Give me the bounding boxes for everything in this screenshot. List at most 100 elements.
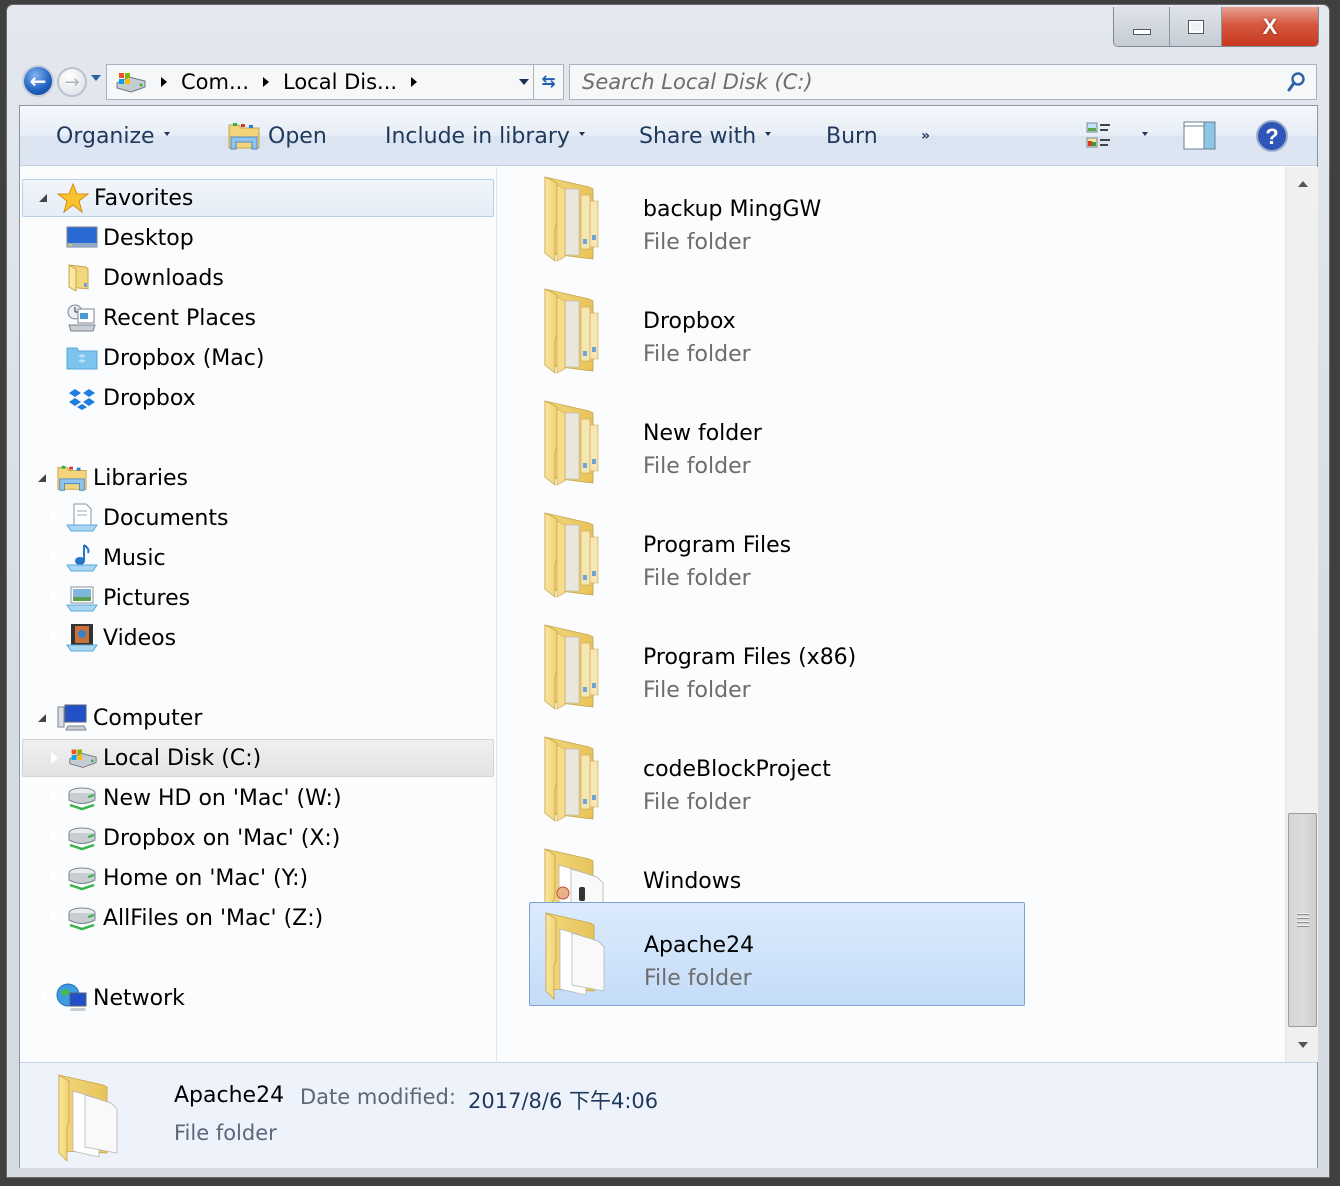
sidebar-item-dropbox-mac[interactable]: Dropbox (Mac) — [22, 339, 494, 377]
file-type: File folder — [643, 678, 751, 703]
file-item[interactable]: Program Files File folder — [529, 503, 1025, 607]
recent-pages-dropdown[interactable] — [91, 75, 101, 81]
caption-buttons: X — [1113, 7, 1319, 47]
navigation-pane: Favorites Desktop Downloads Recent Place… — [20, 167, 497, 1062]
sidebar-item-network[interactable]: Network — [22, 979, 494, 1017]
breadcrumb-computer[interactable]: Com... — [181, 70, 249, 94]
preview-pane-button[interactable] — [1183, 106, 1217, 166]
sidebar-item-desktop[interactable]: Desktop — [22, 219, 494, 257]
help-button[interactable]: ? — [1255, 106, 1289, 166]
include-in-library-label: Include in library — [385, 123, 570, 149]
share-with-button[interactable]: Share with — [639, 106, 772, 166]
file-type: File folder — [643, 790, 751, 815]
expand-arrow-icon[interactable] — [48, 871, 60, 885]
back-arrow-icon: ← — [29, 69, 47, 93]
computer-icon — [57, 704, 87, 731]
expand-arrow-icon[interactable] — [48, 911, 60, 925]
open-button[interactable]: Open — [227, 106, 327, 166]
expand-arrow-icon[interactable] — [48, 791, 60, 805]
expand-arrow-icon[interactable] — [48, 751, 60, 765]
vertical-scrollbar[interactable] — [1285, 167, 1318, 1062]
sidebar-label: Dropbox on 'Mac' (X:) — [103, 825, 341, 851]
address-history-dropdown[interactable] — [519, 79, 529, 85]
sidebar-item-local-disk-c[interactable]: Local Disk (C:) — [22, 739, 494, 777]
address-bar[interactable]: Com... Local Dis... — [106, 64, 534, 100]
search-input[interactable] — [570, 65, 1316, 99]
change-view-icon — [1086, 122, 1110, 148]
network-icon — [56, 983, 87, 1011]
expand-arrow-icon[interactable] — [48, 831, 60, 845]
scroll-thumb[interactable] — [1288, 813, 1317, 1027]
folder-icon — [541, 623, 611, 713]
sidebar-item-favorites[interactable]: Favorites — [22, 179, 494, 217]
organize-button[interactable]: Organize — [56, 106, 170, 166]
dropbox-folder-icon — [66, 347, 98, 370]
expand-arrow-icon[interactable] — [48, 551, 60, 565]
expand-arrow-icon[interactable] — [48, 591, 60, 605]
sidebar-item-dropbox[interactable]: Dropbox — [22, 379, 494, 417]
file-item[interactable]: Dropbox File folder — [529, 279, 1025, 383]
search-icon[interactable] — [1286, 71, 1306, 93]
back-button[interactable]: ← — [22, 65, 54, 97]
breadcrumb-separator[interactable] — [411, 77, 418, 87]
help-icon: ? — [1256, 120, 1288, 152]
sidebar-item-recent-places[interactable]: Recent Places — [22, 299, 494, 337]
folder-icon — [541, 287, 611, 377]
pictures-icon — [66, 586, 98, 612]
breadcrumb-separator[interactable] — [161, 77, 167, 87]
view-options-dropdown[interactable] — [1133, 106, 1148, 166]
file-name: codeBlockProject — [643, 757, 831, 782]
include-in-library-button[interactable]: Include in library — [385, 106, 585, 166]
sidebar-item-new-hd-w[interactable]: New HD on 'Mac' (W:) — [22, 779, 494, 817]
file-item[interactable]: backup MingGW File folder — [529, 167, 1025, 271]
refresh-button[interactable]: ⇆ — [534, 64, 564, 100]
local-disk-icon — [69, 749, 97, 768]
maximize-button[interactable] — [1170, 7, 1222, 46]
forward-button[interactable]: → — [57, 67, 87, 97]
sidebar-item-documents[interactable]: Documents — [22, 499, 494, 537]
sidebar-item-pictures[interactable]: Pictures — [22, 579, 494, 617]
navigation-bar: ← → Com... Local Dis... ⇆ — [7, 59, 1329, 103]
expand-arrow-icon[interactable] — [48, 631, 60, 645]
sidebar-item-home-y[interactable]: Home on 'Mac' (Y:) — [22, 859, 494, 897]
breadcrumb-local-disk[interactable]: Local Dis... — [283, 70, 397, 94]
sidebar-label: New HD on 'Mac' (W:) — [103, 785, 342, 811]
folder-icon — [541, 175, 611, 265]
breadcrumb-separator[interactable] — [263, 77, 269, 87]
sidebar-item-libraries[interactable]: Libraries — [22, 459, 494, 497]
sidebar-label: Dropbox — [103, 385, 196, 411]
sidebar-item-dropbox-x[interactable]: Dropbox on 'Mac' (X:) — [22, 819, 494, 857]
file-item[interactable]: codeBlockProject File folder — [529, 727, 1025, 831]
more-commands-button[interactable]: » — [921, 106, 930, 166]
collapse-arrow-icon[interactable] — [36, 711, 48, 725]
file-type: File folder — [643, 230, 751, 255]
expand-arrow-icon[interactable] — [38, 991, 50, 1005]
expand-arrow-icon[interactable] — [48, 511, 60, 525]
organize-label: Organize — [56, 123, 155, 149]
folder-icon — [542, 911, 612, 1001]
sidebar-item-computer[interactable]: Computer — [22, 699, 494, 737]
details-pane: Apache24 Date modified: 2017/8/6 下午4:06 … — [20, 1062, 1317, 1168]
music-icon — [66, 544, 98, 572]
sidebar-item-videos[interactable]: Videos — [22, 619, 494, 657]
sidebar-item-downloads[interactable]: Downloads — [22, 259, 494, 297]
minimize-button[interactable] — [1114, 7, 1170, 46]
sidebar-item-music[interactable]: Music — [22, 539, 494, 577]
scroll-down-button[interactable] — [1286, 1028, 1319, 1062]
date-modified-value: 2017/8/6 下午4:06 — [468, 1089, 659, 1113]
close-button[interactable]: X — [1222, 7, 1318, 46]
sidebar-label: Downloads — [103, 265, 224, 291]
file-item[interactable]: Program Files (x86) File folder — [529, 615, 1025, 719]
change-view-button[interactable] — [1086, 106, 1116, 166]
burn-button[interactable]: Burn — [826, 106, 878, 166]
sidebar-label: Local Disk (C:) — [103, 745, 262, 771]
sidebar-item-allfiles-z[interactable]: AllFiles on 'Mac' (Z:) — [22, 899, 494, 937]
collapse-arrow-icon[interactable] — [36, 471, 48, 485]
documents-icon — [66, 503, 98, 532]
scroll-up-button[interactable] — [1286, 167, 1319, 201]
file-item[interactable]: New folder File folder — [529, 391, 1025, 495]
sidebar-label: Pictures — [103, 585, 191, 611]
file-item-selected[interactable]: Apache24 File folder — [529, 902, 1025, 1006]
recent-places-icon — [67, 304, 96, 332]
collapse-arrow-icon[interactable] — [37, 191, 49, 205]
